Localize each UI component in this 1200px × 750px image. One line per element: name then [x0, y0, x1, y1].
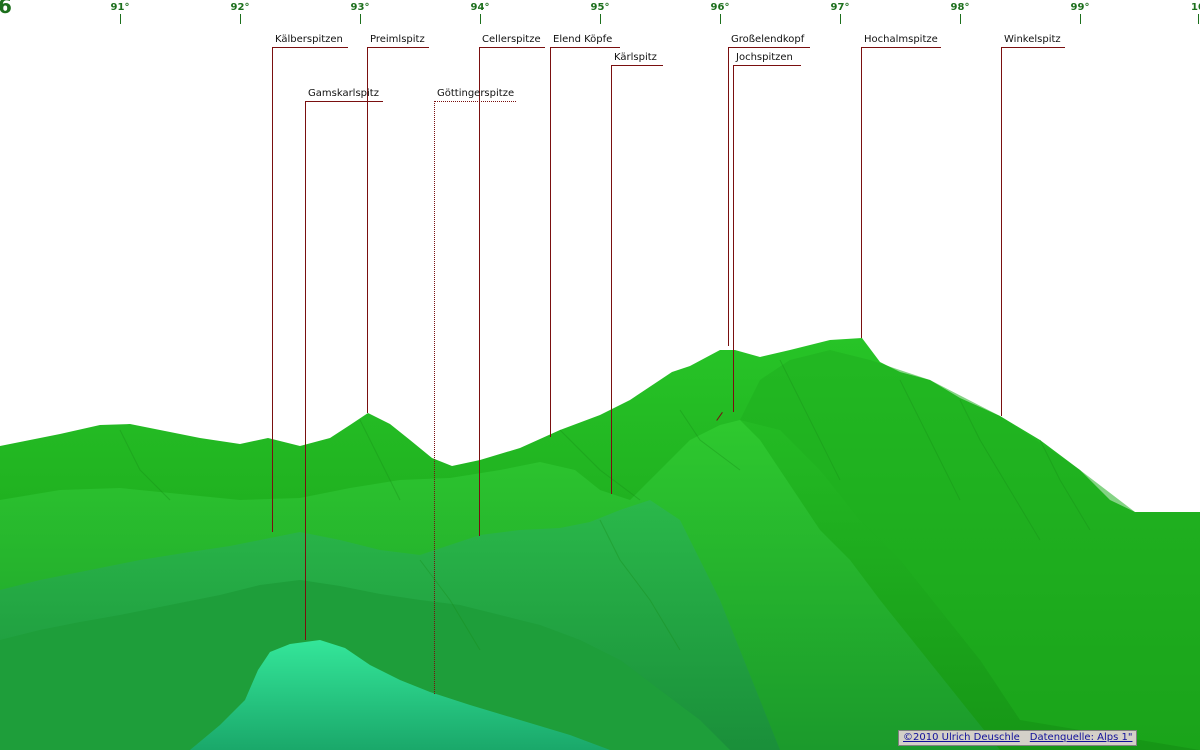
peak-label: Kälberspitzen	[275, 34, 343, 45]
panorama-terrain	[0, 338, 1200, 750]
peak-marker-line	[1001, 47, 1002, 416]
axis-tick-mark	[960, 14, 961, 24]
axis-tick-mark	[360, 14, 361, 24]
axis-tick-mark	[1080, 14, 1081, 24]
axis-tick-mark	[720, 14, 721, 24]
axis-tick-label: 96°	[710, 2, 730, 13]
peak-label-underline	[728, 47, 810, 48]
peak-marker-line	[305, 101, 306, 640]
axis-tick-mark	[480, 14, 481, 24]
peak-marker-line	[611, 65, 612, 494]
peak-label: Winkelspitz	[1004, 34, 1061, 45]
peak-marker-line	[861, 47, 862, 338]
peak-label: Kärlspitz	[614, 52, 657, 63]
peak-label-underline	[272, 47, 348, 48]
peak-label: Elend Köpfe	[553, 34, 613, 45]
peak-label: Göttingerspitze	[437, 88, 515, 99]
axis-tick-label: 99°	[1070, 2, 1090, 13]
peak-label-underline	[733, 65, 801, 66]
credit-bar: ©2010 Ulrich Deuschle Datenquelle: Alps 1…	[898, 730, 1138, 746]
data-source-link[interactable]: Datenquelle: Alps 1"	[1030, 732, 1133, 743]
peak-label-underline	[305, 101, 383, 102]
axis-tick-mark	[1198, 14, 1199, 24]
peak-label: Hochalmspitze	[864, 34, 938, 45]
peak-marker-line	[728, 47, 729, 346]
axis-tick-label: 97°	[830, 2, 850, 13]
peak-label-underline	[367, 47, 429, 48]
peak-marker-line	[550, 47, 551, 437]
axis-edge-label: 6	[0, 0, 12, 18]
axis-tick-label: 93°	[350, 2, 370, 13]
copyright-link[interactable]: ©2010 Ulrich Deuschle	[903, 732, 1020, 743]
axis-tick-label: 95°	[590, 2, 610, 13]
peak-marker-line	[479, 47, 480, 536]
peak-label: Cellerspitze	[482, 34, 541, 45]
peak-label: Preimlspitz	[370, 34, 425, 45]
peak-label: Jochspitzen	[736, 52, 793, 63]
peak-label-underline	[611, 65, 663, 66]
axis-tick-label: 94°	[470, 2, 490, 13]
peak-label-underline	[1001, 47, 1065, 48]
peak-marker-line	[272, 47, 273, 532]
peak-marker-line	[434, 101, 435, 694]
peak-label: Gamskarlspitz	[308, 88, 379, 99]
peak-label: Großelendkopf	[731, 34, 805, 45]
axis-tick-mark	[600, 14, 601, 24]
axis-tick-label: 98°	[950, 2, 970, 13]
peak-label-underline	[434, 101, 516, 102]
axis-tick-label: 92°	[230, 2, 250, 13]
peak-marker-line	[733, 65, 734, 412]
axis-tick-label: 91°	[110, 2, 130, 13]
peak-label-underline	[550, 47, 620, 48]
peak-label-underline	[861, 47, 941, 48]
axis-tick-mark	[840, 14, 841, 24]
peak-label-underline	[479, 47, 545, 48]
axis-tick-label: 10	[1191, 2, 1200, 13]
axis-tick-mark	[240, 14, 241, 24]
axis-tick-mark	[120, 14, 121, 24]
